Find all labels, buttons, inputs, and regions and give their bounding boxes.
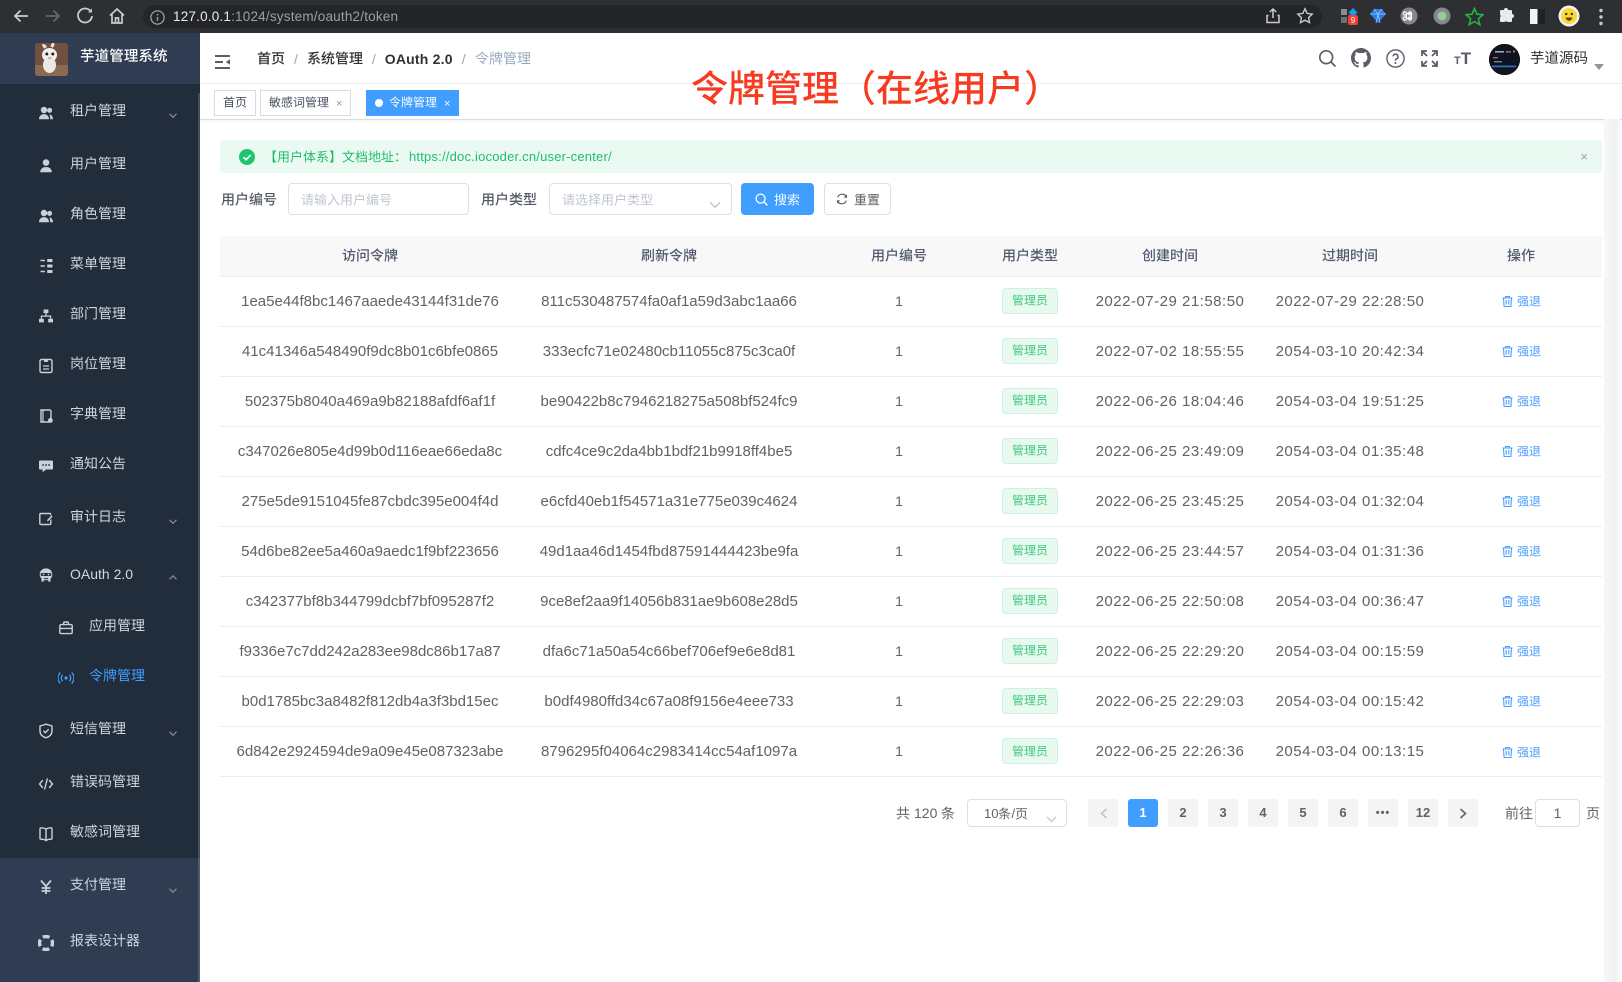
svg-text:9: 9	[1351, 16, 1356, 25]
